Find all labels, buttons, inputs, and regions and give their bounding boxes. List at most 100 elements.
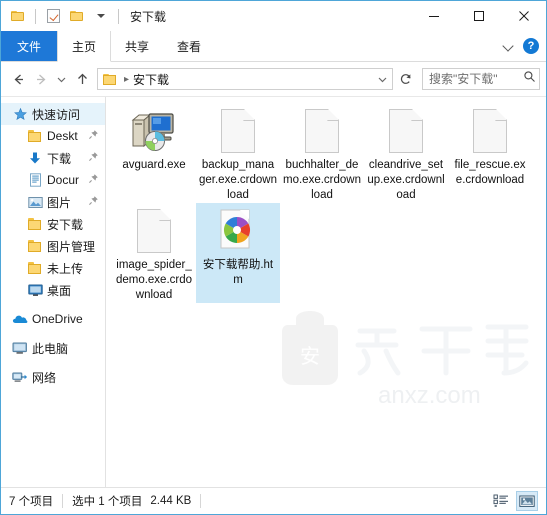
pin-icon[interactable]: [88, 151, 99, 165]
sidebar-item-desktop-pinned[interactable]: Deskt: [1, 125, 105, 147]
search-icon[interactable]: [523, 70, 536, 88]
help-icon[interactable]: ?: [523, 38, 539, 54]
file-name: buchhalter_demo.exe.crdownload: [283, 159, 361, 201]
search-box[interactable]: [422, 68, 540, 90]
folder-icon: [27, 128, 43, 144]
folder-icon[interactable]: [8, 6, 28, 26]
blank-document-icon: [130, 207, 178, 255]
large-icons-view-button[interactable]: [516, 491, 538, 511]
pin-icon[interactable]: [88, 195, 99, 209]
details-view-button[interactable]: [490, 491, 512, 511]
file-list-pane[interactable]: 安 anxz.com avguard.exe backup_manager.ex…: [106, 97, 546, 487]
desktop-icon: [27, 282, 43, 298]
sidebar-item-label: 未上传: [47, 261, 84, 276]
ribbon-tabs: 文件 主页 共享 查看 ?: [1, 31, 546, 62]
up-button[interactable]: [71, 67, 93, 91]
properties-icon[interactable]: [43, 6, 63, 26]
quick-access-toolbar: 安下载: [1, 6, 166, 26]
file-name: image_spider_demo.exe.crdownload: [115, 259, 193, 301]
pin-icon[interactable]: [88, 129, 99, 143]
file-name: file_rescue.exe.crdownload: [454, 159, 526, 186]
new-folder-icon[interactable]: [67, 6, 87, 26]
file-explorer-window: 安下载 文件 主页 共享 查看 ? ▸ 安下载 搜索"安下载" 快速访问 Des…: [0, 0, 547, 515]
tab-view[interactable]: 查看: [163, 31, 215, 61]
sidebar-item-label: 网络: [32, 370, 57, 385]
search-input[interactable]: [429, 72, 523, 86]
sidebar-item-label: 图片: [47, 195, 72, 210]
file-item[interactable]: avguard.exe: [112, 103, 196, 203]
sidebar-item-network[interactable]: 网络: [1, 366, 105, 388]
chevron-down-icon[interactable]: [503, 40, 515, 52]
sidebar-item-anxiazai[interactable]: 安下载: [1, 213, 105, 235]
tab-home[interactable]: 主页: [57, 31, 112, 62]
folder-icon: [27, 238, 43, 254]
sidebar-item-label: OneDrive: [32, 312, 83, 326]
blank-document-icon: [214, 107, 262, 155]
sidebar-item-label: 快速访问: [32, 107, 81, 122]
sidebar-item-picture-manage[interactable]: 图片管理: [1, 235, 105, 257]
file-name: cleandrive_setup.exe.crdownload: [367, 159, 445, 201]
sidebar-item-onedrive[interactable]: OneDrive: [1, 308, 105, 330]
forward-button[interactable]: [30, 67, 52, 91]
sidebar-item-label: Docur: [47, 173, 80, 187]
tab-file[interactable]: 文件: [1, 31, 58, 61]
window-controls: [411, 1, 546, 31]
sidebar-item-label: 图片管理: [47, 239, 96, 254]
ribbon-right-controls: ?: [503, 31, 546, 61]
folder-icon: [103, 73, 118, 86]
breadcrumb-item[interactable]: 安下载: [133, 71, 169, 88]
refresh-button[interactable]: [395, 68, 417, 90]
toolbar-divider: [35, 8, 36, 24]
picture-icon: [27, 194, 43, 210]
tab-share[interactable]: 共享: [111, 31, 163, 61]
sidebar-item-label: 安下载: [47, 217, 84, 232]
sidebar-item-downloads[interactable]: 下载: [1, 147, 105, 169]
sidebar-item-quick-access[interactable]: 快速访问: [1, 103, 105, 125]
sidebar-item-label: 此电脑: [32, 341, 69, 356]
close-button[interactable]: [501, 1, 546, 31]
breadcrumb[interactable]: ▸ 安下载: [97, 68, 393, 90]
file-item[interactable]: image_spider_demo.exe.crdownload: [112, 203, 196, 303]
selection-size-label: 2.44 KB: [150, 495, 192, 507]
file-item[interactable]: cleandrive_setup.exe.crdownload: [364, 103, 448, 203]
file-name: avguard.exe: [122, 159, 186, 171]
file-item[interactable]: buchhalter_demo.exe.crdownload: [280, 103, 364, 203]
window-title: 安下载: [130, 9, 167, 24]
file-item[interactable]: backup_manager.exe.crdownload: [196, 103, 280, 203]
maximize-button[interactable]: [456, 1, 501, 31]
folder-icon: [27, 260, 43, 276]
sidebar-item-pictures[interactable]: 图片: [1, 191, 105, 213]
breadcrumb-separator: ▸: [124, 73, 130, 85]
item-count-label: 7 个项目: [9, 496, 54, 508]
chevron-down-icon[interactable]: [374, 74, 390, 85]
sidebar-item-not-uploaded[interactable]: 未上传: [1, 257, 105, 279]
status-divider: [62, 494, 64, 508]
svg-text:安: 安: [300, 345, 320, 368]
explorer-body: 快速访问 Deskt 下载 Docur 图片 安下载 图片管理 未上传 桌面 O…: [1, 97, 546, 487]
pin-icon[interactable]: [88, 173, 99, 187]
blank-document-icon: [466, 107, 514, 155]
sidebar-item-this-pc[interactable]: 此电脑: [1, 337, 105, 359]
recent-locations-button[interactable]: [53, 67, 70, 91]
back-button[interactable]: [7, 67, 29, 91]
address-bar: ▸ 安下载: [1, 62, 546, 97]
network-icon: [12, 369, 28, 385]
chevron-down-icon[interactable]: [91, 6, 111, 26]
svg-text:anxz.com: anxz.com: [378, 382, 481, 409]
view-mode-buttons: [490, 491, 538, 511]
cloud-icon: [12, 311, 28, 327]
status-divider: [200, 494, 202, 508]
sidebar-item-label: 桌面: [47, 283, 72, 298]
minimize-button[interactable]: [411, 1, 456, 31]
file-item[interactable]: file_rescue.exe.crdownload: [448, 103, 532, 203]
star-icon: [12, 106, 28, 122]
file-item-selected[interactable]: 安下载帮助.htm: [196, 203, 280, 303]
setup-installer-icon: [130, 107, 178, 155]
sidebar-item-documents[interactable]: Docur: [1, 169, 105, 191]
computer-icon: [12, 340, 28, 356]
sidebar-item-desktop[interactable]: 桌面: [1, 279, 105, 301]
document-icon: [27, 172, 43, 188]
blank-document-icon: [298, 107, 346, 155]
